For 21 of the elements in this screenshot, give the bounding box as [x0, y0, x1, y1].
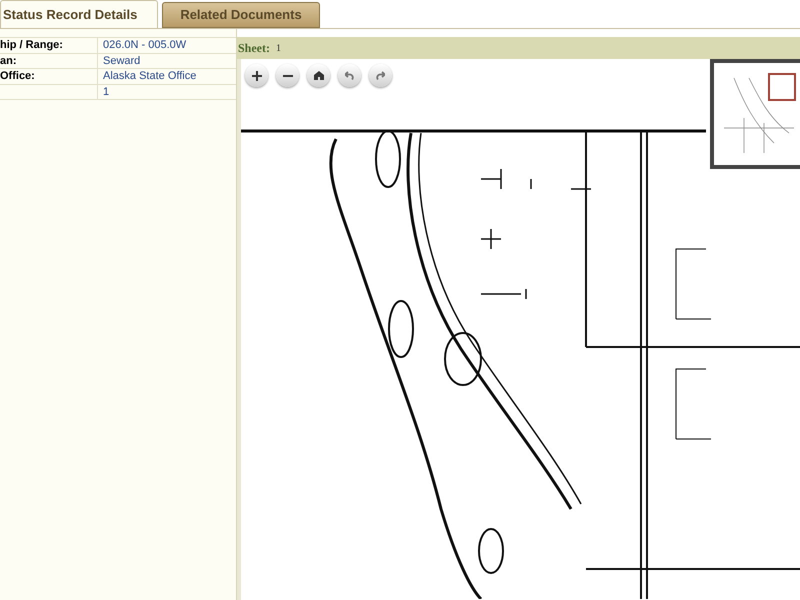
field-label: an:	[0, 54, 16, 66]
rotate-left-icon	[345, 70, 354, 80]
zoom-in-icon	[252, 70, 262, 80]
sheet-label: Sheet:	[238, 40, 270, 57]
field-value: Seward	[102, 54, 140, 68]
home-button[interactable]	[307, 64, 330, 87]
rotate-left-button[interactable]	[338, 64, 361, 87]
field-value: Alaska State Office	[102, 69, 196, 84]
sheet-number: 1	[276, 42, 281, 56]
field-label: Office:	[0, 70, 35, 82]
zoom-in-button[interactable]	[245, 64, 268, 87]
rotate-right-icon	[376, 70, 385, 80]
viewport-frame	[768, 73, 796, 101]
field-value: 1	[102, 84, 110, 99]
zoom-out-button[interactable]	[276, 64, 299, 87]
tab[interactable]: Related Documents	[162, 2, 320, 28]
field-label: hip / Range:	[0, 39, 63, 51]
rotate-right-button[interactable]	[369, 64, 392, 87]
tab[interactable]: Status Record Details	[0, 0, 158, 28]
field-value: 026.0N - 005.0W	[102, 38, 186, 52]
home-icon	[314, 71, 324, 80]
